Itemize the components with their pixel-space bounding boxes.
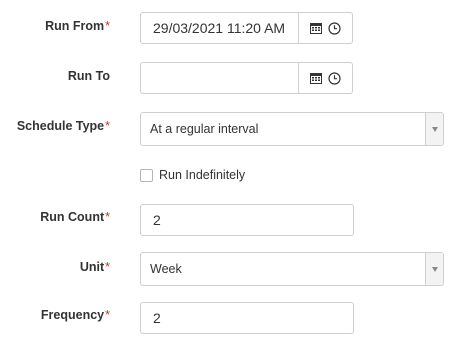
- required-marker: *: [105, 260, 110, 274]
- chevron-down-icon: [431, 266, 438, 272]
- schedule-type-select[interactable]: At a regular interval: [140, 112, 444, 146]
- required-marker: *: [105, 19, 110, 33]
- schedule-type-value: At a regular interval: [150, 122, 259, 136]
- run-from-picker-buttons: [299, 13, 352, 43]
- unit-label: Unit*: [80, 260, 110, 274]
- frequency-label: Frequency*: [41, 308, 110, 322]
- run-from-input[interactable]: 29/03/2021 11:20 AM: [141, 13, 299, 43]
- run-count-label: Run Count*: [40, 210, 110, 224]
- required-marker: *: [105, 210, 110, 224]
- frequency-input[interactable]: 2: [140, 302, 354, 334]
- required-marker: *: [105, 119, 110, 133]
- run-indefinitely-label[interactable]: Run Indefinitely: [159, 168, 245, 182]
- run-from-label: Run From*: [45, 19, 110, 33]
- clock-icon[interactable]: [328, 71, 341, 85]
- unit-dropdown-button[interactable]: [425, 253, 443, 285]
- run-count-label-text: Run Count: [40, 210, 105, 224]
- frequency-label-text: Frequency: [40, 308, 105, 322]
- run-from-label-text: Run From: [45, 19, 105, 33]
- schedule-type-label-text: Schedule Type: [16, 119, 105, 133]
- run-count-input[interactable]: 2: [140, 204, 354, 236]
- run-to-label-text: Run To: [67, 69, 110, 83]
- chevron-down-icon: [431, 126, 438, 132]
- unit-value: Week: [150, 262, 182, 276]
- unit-select[interactable]: Week: [140, 252, 444, 286]
- calendar-icon[interactable]: [310, 72, 322, 84]
- run-to-label: Run To: [68, 69, 110, 83]
- calendar-icon[interactable]: [310, 22, 322, 34]
- schedule-type-dropdown-button[interactable]: [425, 113, 443, 145]
- unit-label-text: Unit: [79, 260, 105, 274]
- run-indefinitely-row: Run Indefinitely: [140, 168, 245, 182]
- run-to-picker-buttons: [299, 63, 352, 93]
- clock-icon[interactable]: [328, 21, 341, 35]
- run-from-field[interactable]: 29/03/2021 11:20 AM: [140, 12, 353, 44]
- schedule-type-label: Schedule Type*: [17, 119, 110, 133]
- required-marker: *: [105, 308, 110, 322]
- run-to-input[interactable]: [141, 63, 299, 93]
- run-to-field[interactable]: [140, 62, 353, 94]
- run-indefinitely-checkbox[interactable]: [140, 168, 153, 182]
